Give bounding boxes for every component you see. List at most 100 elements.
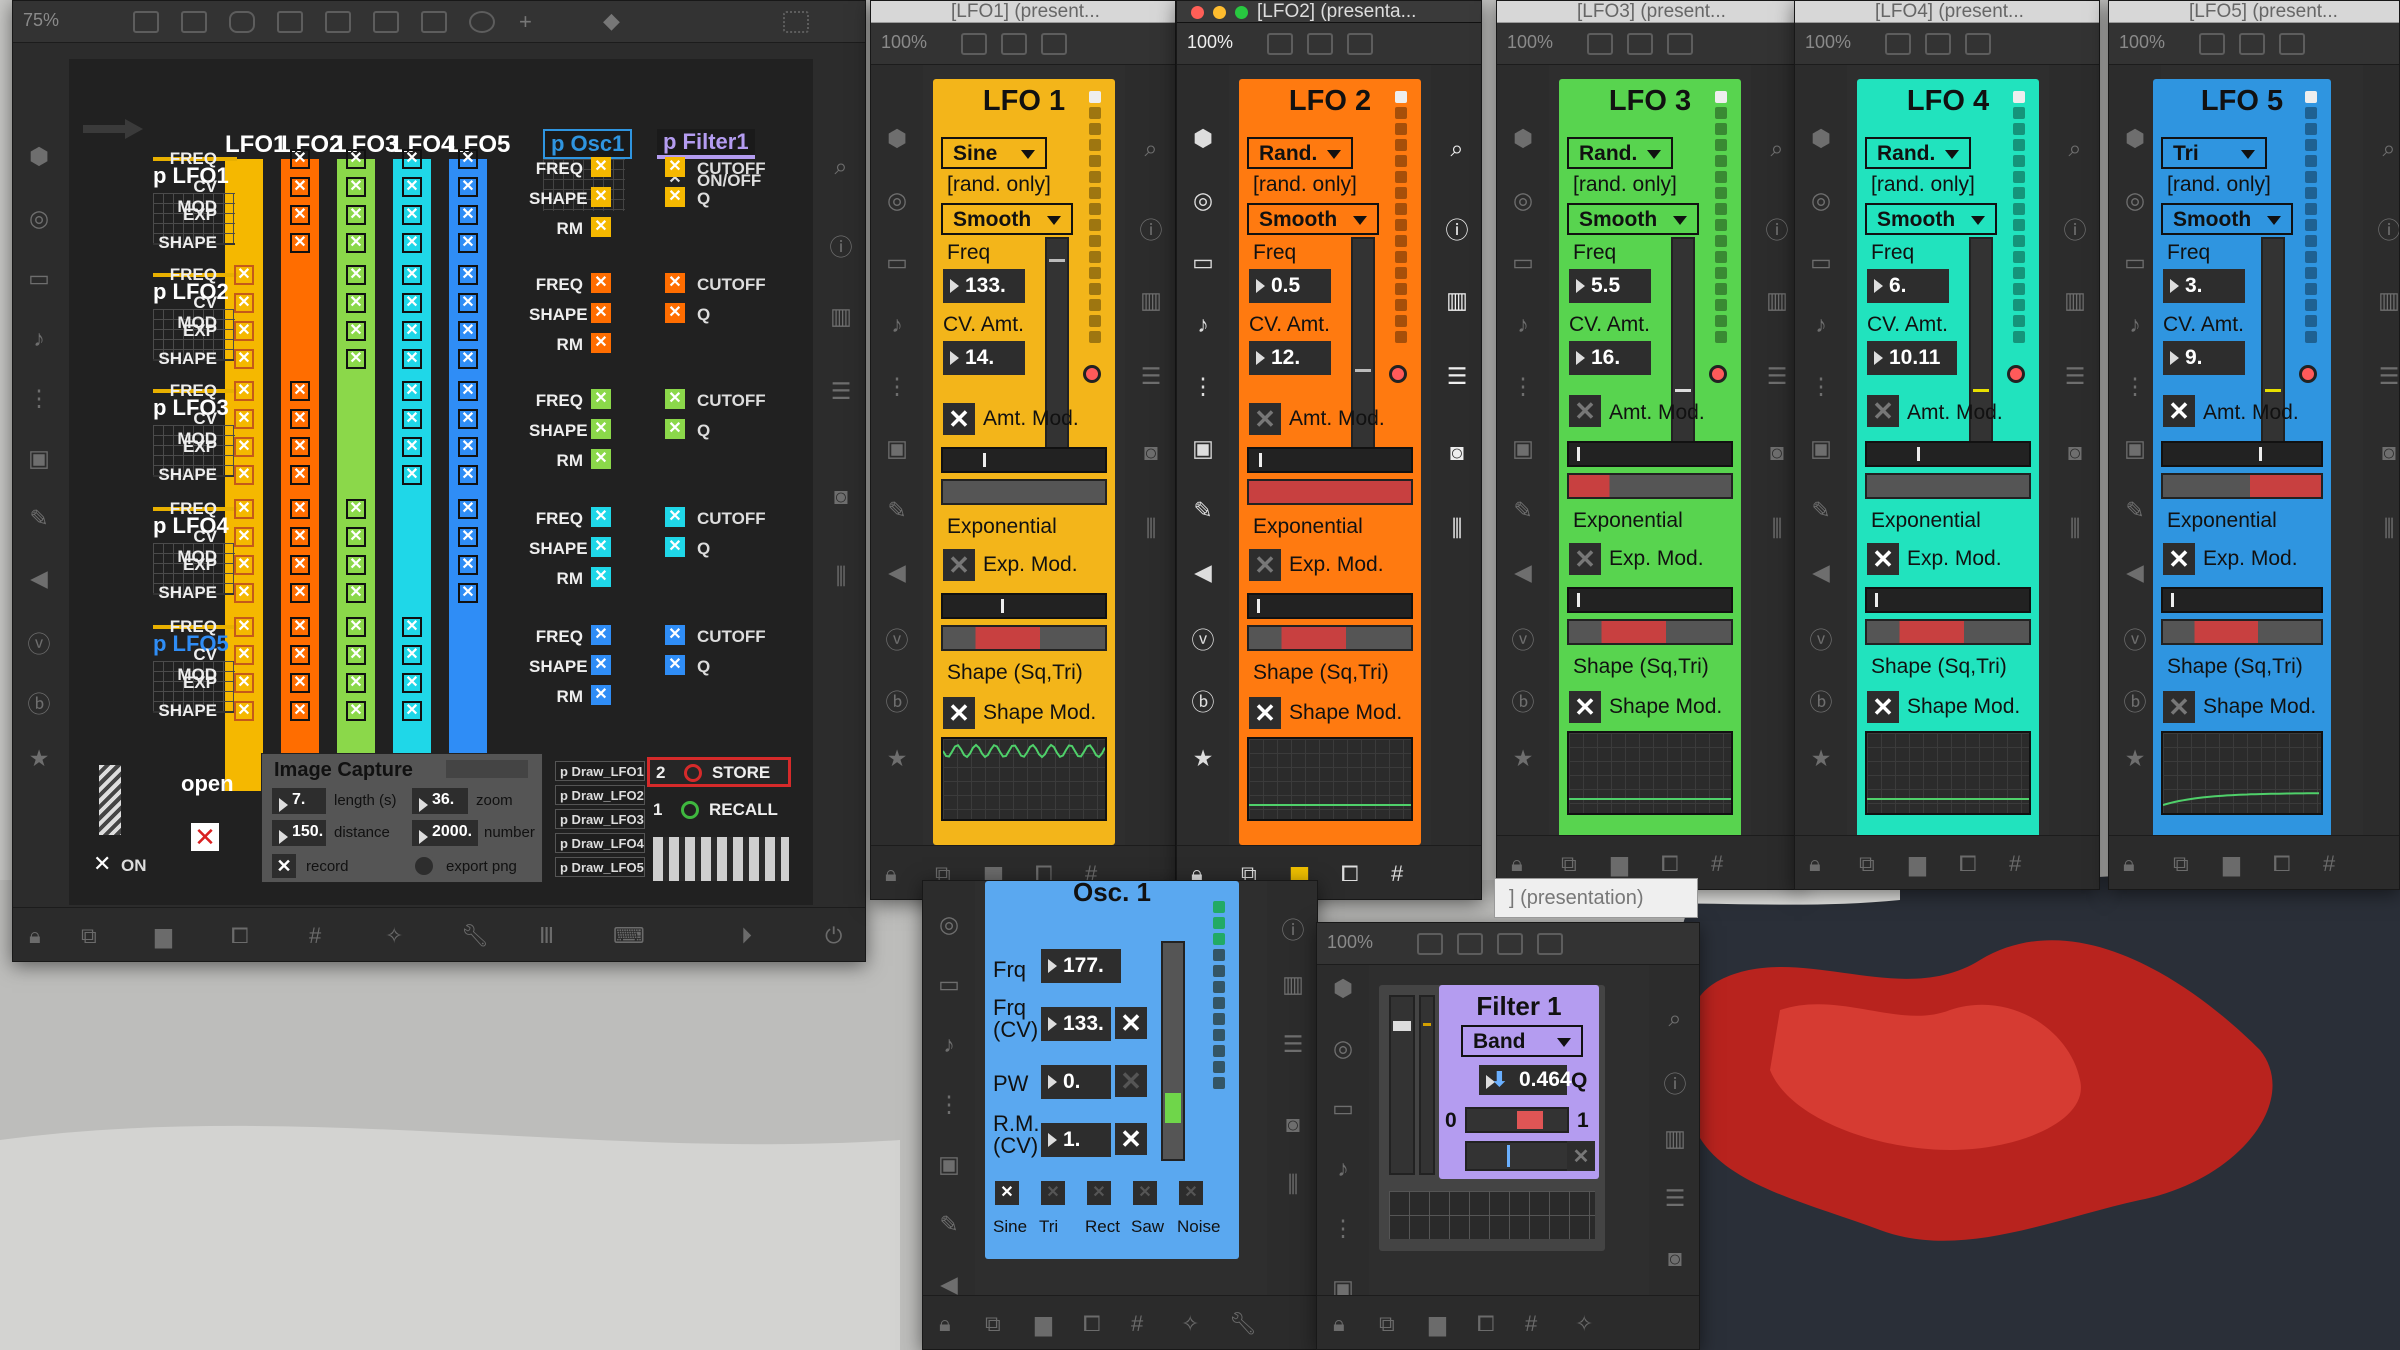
wrench-icon[interactable]: 🔧︎ [461,923,489,949]
wave-saw-toggle[interactable]: ✕ [1133,1181,1157,1205]
screen-icon[interactable]: ▭ [25,265,53,292]
matrix-toggle-lfo1-to-lfo2[interactable]: ✕ [234,321,254,341]
lfo2-exp-mod-range[interactable] [1247,625,1413,651]
windows-icon[interactable]: ⧠ [2273,851,2291,877]
close-box-icon[interactable] [1667,33,1693,55]
matrix-toggle-lfo1-to-lfo3[interactable]: ✕ [234,409,254,429]
window-icon[interactable] [1587,33,1613,55]
plug-icon[interactable]: ◀ [25,565,53,592]
image-icon[interactable]: ▣ [1189,435,1217,462]
lfo2-amt-mod-toggle[interactable]: ✕ [1249,403,1281,435]
lfo2-wave-dropdown[interactable]: Rand. [1247,137,1353,169]
lfo1-wave-dropdown[interactable]: Sine [941,137,1047,169]
grid-icon[interactable] [783,11,809,33]
matrix-toggle-lfo2-to-lfo5[interactable]: ✕ [290,701,310,721]
number-number[interactable]: 2000. [412,820,478,846]
screen-icon[interactable]: ▭ [1807,249,1835,276]
osc-toggle-lfo1[interactable]: ✕ [591,157,611,177]
comment-icon[interactable] [229,11,255,33]
screen-icon[interactable]: ▭ [1329,1095,1357,1122]
osc-frq-number[interactable]: 177. [1041,949,1121,983]
grid-icon[interactable]: # [2009,851,2021,877]
matrix-toggle-lfo2-to-lfo4[interactable]: ✕ [290,499,310,519]
draw-item[interactable]: p Draw_LFO1 [555,761,645,781]
comment-icon[interactable]: ▆ [1909,851,1926,877]
search-icon[interactable]: ⌕ [1137,135,1165,162]
filter-cutoff-toggle-lfo5[interactable]: ✕ [665,625,685,645]
zoom-icon[interactable] [1235,6,1248,19]
lfo3-shape-mod-toggle[interactable]: ✕ [1569,691,1601,723]
lfo1-amt-mod-bar[interactable] [941,447,1107,473]
edit-icon[interactable]: ⧉ [1859,851,1875,877]
lfo1-exp-mod-bar[interactable] [941,593,1107,619]
lfo2-exp-mod-toggle[interactable]: ✕ [1249,549,1281,581]
lfo4-shape-mod-toggle[interactable]: ✕ [1867,691,1899,723]
plug-icon[interactable]: ◀ [935,1271,963,1298]
sliders-icon[interactable]: ⫼ [1443,515,1471,542]
paperclip-icon[interactable]: ✎ [1509,497,1537,524]
lfo2-freq-number[interactable]: 0.5 [1249,269,1331,303]
search-icon[interactable]: ⌕ [2061,135,2089,162]
close-box-icon[interactable] [1497,933,1523,955]
matrix-toggle-lfo1-to-lfo5[interactable]: ✕ [234,673,254,693]
presentation-icon[interactable] [181,11,207,33]
screen-icon[interactable]: ▭ [1189,249,1217,276]
lfo3-exp-mod-bar[interactable] [1567,587,1733,613]
matrix-toggle-lfo4-to-lfo1[interactable]: ✕ [402,205,422,225]
star-icon[interactable]: ★ [2121,745,2149,772]
filter-q-toggle-lfo3[interactable]: ✕ [665,419,685,439]
osc-toggle-lfo5[interactable]: ✕ [591,685,611,705]
cube-icon[interactable]: ⬢ [1329,975,1357,1002]
draw-item[interactable]: p Draw_LFO2 [555,785,645,805]
lfo5-mode-dropdown[interactable]: Smooth [2161,203,2293,235]
grid-icon[interactable]: # [309,923,321,949]
lfo5-exp-mod-bar[interactable] [2161,587,2323,613]
length-number[interactable]: 7. [272,788,326,814]
draw-item[interactable]: p Draw_LFO5 [555,857,645,877]
cube-icon[interactable]: ⬢ [25,143,53,170]
matrix-toggle-lfo2-to-lfo4[interactable]: ✕ [290,583,310,603]
plug-icon[interactable]: ◀ [2121,559,2149,586]
osc-toggle-lfo1[interactable]: ✕ [591,187,611,207]
matrix-toggle-lfo2-to-lfo1[interactable]: ✕ [290,205,310,225]
filter-cutoff-toggle-lfo4[interactable]: ✕ [665,507,685,527]
lfo4-cv-number[interactable]: 10.11 [1867,341,1957,375]
paperclip-icon[interactable]: ✎ [1189,497,1217,524]
lfo5-shape-mod-toggle[interactable]: ✕ [2163,691,2195,723]
b-icon[interactable]: ⓑ [1807,683,1835,717]
note-icon[interactable]: ♪ [1509,311,1537,338]
presentation-icon[interactable] [1925,33,1951,55]
lfo5-amt-mod-bar[interactable] [2161,441,2323,467]
v-icon[interactable]: ⓥ [1509,621,1537,655]
lfo3-freq-number[interactable]: 5.5 [1569,269,1651,303]
presentation-icon[interactable] [2239,33,2265,55]
store-number[interactable]: 2 [656,763,665,783]
matrix-toggle-lfo3-to-lfo1[interactable]: ✕ [346,149,366,169]
matrix-toggle-lfo1-to-lfo2[interactable]: ✕ [234,293,254,313]
sliders-icon[interactable]: ⫼ [2061,515,2089,542]
filter-q-toggle-lfo5[interactable]: ✕ [665,655,685,675]
filter-cutoff-slider[interactable] [1389,995,1415,1175]
matrix-toggle-lfo2-to-lfo5[interactable]: ✕ [290,645,310,665]
export-button[interactable] [412,854,436,878]
matrix-toggle-lfo4-to-lfo3[interactable]: ✕ [402,465,422,485]
columns-icon[interactable]: ▥ [1279,971,1307,998]
comment-icon[interactable]: ▆ [2223,851,2240,877]
info-icon[interactable]: ⓘ [1279,911,1307,945]
columns-icon[interactable]: ▥ [2375,287,2399,314]
gauge-icon[interactable] [469,11,495,33]
osc-frq-cv-number[interactable]: 133. [1041,1007,1111,1041]
matrix-toggle-lfo2-to-lfo5[interactable]: ✕ [290,673,310,693]
matrix-toggle-lfo5-to-lfo4[interactable]: ✕ [458,527,478,547]
filter-q-slider[interactable] [1465,1107,1569,1133]
matrix-toggle-lfo2-to-lfo4[interactable]: ✕ [290,555,310,575]
grid-icon[interactable]: # [2323,851,2335,877]
lfo3-exp-mod-toggle[interactable]: ✕ [1569,543,1601,575]
matrix-toggle-lfo5-to-lfo3[interactable]: ✕ [458,437,478,457]
paperclip-icon[interactable]: ✎ [883,497,911,524]
search-icon[interactable]: ⌕ [827,153,855,180]
lfo1-reset-button[interactable] [1083,365,1101,383]
matrix-toggle-lfo2-to-lfo3[interactable]: ✕ [290,409,310,429]
note-icon[interactable]: ♪ [1329,1155,1357,1182]
cube-icon[interactable]: ⬢ [1189,125,1217,152]
